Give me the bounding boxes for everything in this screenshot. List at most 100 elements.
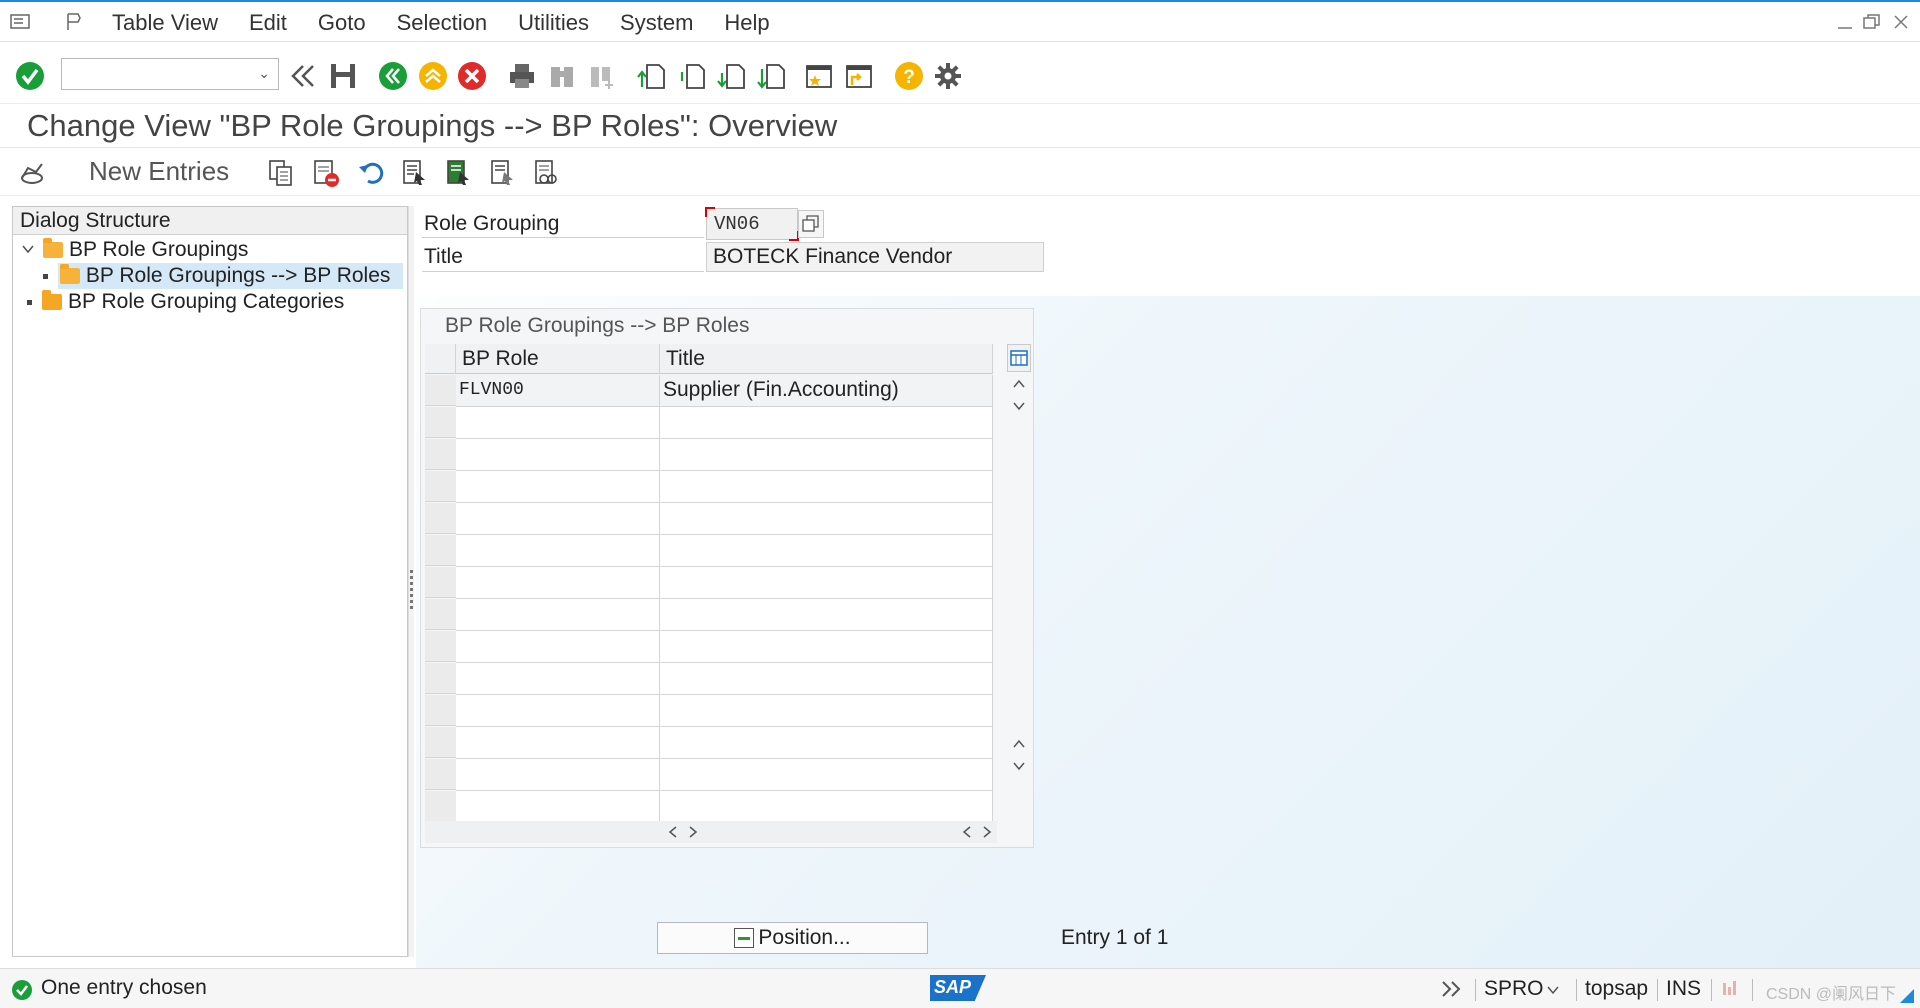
select-block-icon[interactable] (444, 158, 474, 188)
cell-bp-role-empty[interactable] (456, 759, 660, 791)
generate-shortcut-icon[interactable] (844, 61, 874, 91)
save-icon[interactable] (328, 61, 358, 91)
resize-grip-icon[interactable] (1898, 987, 1916, 1008)
double-chevron-left-icon[interactable] (287, 61, 317, 91)
menu-help[interactable]: Help (724, 10, 769, 36)
menu-selection[interactable]: Selection (397, 10, 488, 36)
new-entries-button[interactable]: New Entries (89, 156, 229, 187)
chevron-down-icon[interactable]: ⌄ (258, 65, 270, 82)
row-selector[interactable] (425, 631, 456, 662)
row-selector-header[interactable] (425, 344, 456, 374)
deselect-all-icon[interactable] (488, 158, 518, 188)
double-chevron-right-icon[interactable] (1440, 979, 1464, 1004)
sap-menu-icon[interactable] (10, 12, 32, 32)
cell-bp-role-empty[interactable] (456, 727, 660, 759)
scroll-up-icon[interactable] (1009, 377, 1029, 393)
cell-bp-role-empty[interactable] (456, 631, 660, 663)
row-selector[interactable] (425, 407, 456, 438)
svg-text:?: ? (903, 67, 915, 88)
chevron-down-icon[interactable] (1546, 983, 1560, 1001)
cell-bp-role-empty[interactable] (456, 599, 660, 631)
cell-bp-role[interactable]: FLVN00 (456, 375, 660, 407)
cell-bp-role-empty[interactable] (456, 407, 660, 439)
horizontal-scrollbar[interactable] (425, 821, 997, 843)
undo-change-icon[interactable] (356, 158, 386, 188)
transaction-code[interactable]: SPRO (1484, 977, 1544, 1001)
cell-bp-role-empty[interactable] (456, 439, 660, 471)
vertical-scrollbar[interactable] (1007, 375, 1031, 779)
copy-value-icon[interactable] (798, 210, 824, 238)
scroll-right-icon[interactable] (977, 825, 997, 842)
row-selector[interactable] (425, 791, 456, 822)
input-mode[interactable]: INS (1666, 977, 1701, 1001)
scroll-left-icon[interactable] (957, 825, 977, 842)
minimize-icon[interactable] (1836, 12, 1854, 38)
customize-layout-icon[interactable] (64, 12, 86, 32)
cell-bp-role-empty[interactable] (456, 567, 660, 599)
cell-bp-role-empty[interactable] (456, 663, 660, 695)
display-change-icon[interactable] (18, 158, 48, 188)
row-selector[interactable] (425, 759, 456, 790)
find-icon[interactable] (547, 61, 577, 91)
menu-bar: Table View Edit Goto Selection Utilities… (0, 0, 1920, 42)
scroll-page-up-icon[interactable] (1009, 737, 1029, 753)
scroll-left-icon[interactable] (663, 825, 683, 842)
cancel-icon[interactable] (457, 61, 487, 91)
menu-system[interactable]: System (620, 10, 693, 36)
select-all-icon[interactable] (400, 158, 430, 188)
print-icon[interactable] (507, 61, 537, 91)
next-page-icon[interactable] (717, 61, 747, 91)
row-selector[interactable] (425, 439, 456, 470)
cell-bp-role-empty[interactable] (456, 503, 660, 535)
position-icon (734, 928, 755, 948)
first-page-icon[interactable] (637, 61, 667, 91)
position-button[interactable]: Position... (657, 922, 928, 954)
delete-icon[interactable] (311, 158, 341, 188)
row-selector[interactable] (425, 727, 456, 758)
close-window-icon[interactable] (1892, 12, 1910, 38)
column-header-title[interactable]: Title (660, 344, 993, 374)
last-page-icon[interactable] (757, 61, 787, 91)
tree-item-bp-roles[interactable]: BP Role Groupings --> BP Roles (43, 263, 403, 289)
row-selector[interactable] (425, 375, 456, 406)
table-settings-icon[interactable] (1007, 344, 1031, 372)
cell-bp-role-empty[interactable] (456, 791, 660, 823)
row-selector[interactable] (425, 695, 456, 726)
back-icon[interactable] (378, 61, 408, 91)
role-grouping-field[interactable]: VN06 (705, 207, 799, 241)
scroll-down-icon[interactable] (1009, 399, 1029, 415)
scroll-page-down-icon[interactable] (1009, 759, 1029, 775)
exit-icon[interactable] (418, 61, 448, 91)
scroll-right-icon[interactable] (683, 825, 703, 842)
cell-bp-role-empty[interactable] (456, 471, 660, 503)
print-list-icon[interactable] (531, 158, 561, 188)
tree-item-bp-role-grouping-categories[interactable]: BP Role Grouping Categories (27, 289, 344, 315)
create-session-icon[interactable] (804, 61, 834, 91)
status-message[interactable]: One entry chosen (41, 976, 207, 1000)
menu-utilities[interactable]: Utilities (518, 10, 589, 36)
row-selector[interactable] (425, 503, 456, 534)
tree-item-bp-role-groupings[interactable]: BP Role Groupings (21, 237, 248, 263)
command-field[interactable]: ⌄ (61, 58, 279, 90)
settings-gear-icon[interactable] (933, 61, 963, 91)
cell-bp-role-empty[interactable] (456, 535, 660, 567)
menu-table-view[interactable]: Table View (112, 10, 218, 36)
column-header-bp-role[interactable]: BP Role (456, 344, 660, 374)
row-selector[interactable] (425, 535, 456, 566)
cell-bp-role-empty[interactable] (456, 695, 660, 727)
menu-goto[interactable]: Goto (318, 10, 366, 36)
chevron-down-icon[interactable] (21, 238, 39, 262)
splitter-grip[interactable] (410, 570, 413, 610)
restore-icon[interactable] (1862, 12, 1882, 38)
panel-splitter[interactable] (408, 206, 414, 957)
row-selector[interactable] (425, 599, 456, 630)
menu-edit[interactable]: Edit (249, 10, 287, 36)
copy-as-icon[interactable] (266, 158, 296, 188)
help-icon[interactable]: ? (894, 61, 924, 91)
previous-page-icon[interactable] (677, 61, 707, 91)
row-selector[interactable] (425, 471, 456, 502)
find-next-icon[interactable] (587, 61, 617, 91)
enter-icon[interactable] (15, 61, 45, 91)
row-selector[interactable] (425, 567, 456, 598)
row-selector[interactable] (425, 663, 456, 694)
